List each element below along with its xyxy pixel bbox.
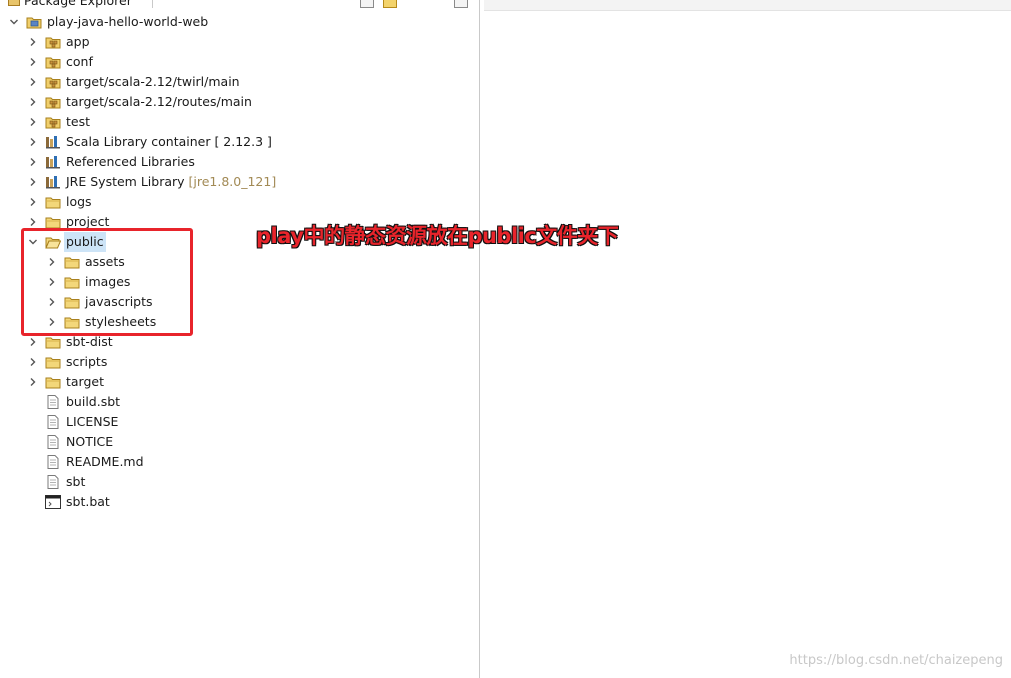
chevron-right-icon[interactable] [28, 377, 38, 387]
java-project-icon [26, 15, 42, 29]
chevron-right-icon[interactable] [28, 137, 38, 147]
tree-item-label: sbt.bat [66, 494, 110, 509]
folder-icon [45, 195, 61, 209]
tree-row-referenced-libraries[interactable]: Referenced Libraries [0, 152, 479, 172]
tree-row-test[interactable]: test [0, 112, 479, 132]
tree-row-app[interactable]: app [0, 32, 479, 52]
tree-row-project[interactable]: play-java-hello-world-web [0, 12, 479, 32]
package-explorer-icon [8, 0, 20, 6]
file-icon [45, 415, 61, 429]
editor-area [484, 0, 1011, 678]
tree-item-label: app [66, 34, 90, 49]
folder-icon [45, 335, 61, 349]
tree-item-label: sbt [66, 474, 86, 489]
tree-row-target-scala-2-12-routes-main[interactable]: target/scala-2.12/routes/main [0, 92, 479, 112]
chevron-right-icon[interactable] [28, 77, 38, 87]
file-icon [45, 475, 61, 489]
tree-item-label: JRE System Library [jre1.8.0_121] [66, 174, 277, 189]
chevron-down-icon[interactable] [9, 17, 19, 27]
chevron-right-icon[interactable] [28, 37, 38, 47]
project-name: play-java-hello-world-web [47, 14, 209, 29]
chevron-right-icon[interactable] [28, 217, 38, 227]
file-icon [45, 435, 61, 449]
tree-row-sbt-bat[interactable]: sbt.bat [0, 492, 479, 512]
source-folder-icon [45, 115, 61, 129]
library-version: [jre1.8.0_121] [184, 174, 277, 189]
tree-item-label: LICENSE [66, 414, 119, 429]
tree-item-label: scripts [66, 354, 108, 369]
tab-package-explorer-label: Package Explorer [24, 0, 132, 8]
tree-row-jre-system-library[interactable]: JRE System Library [jre1.8.0_121] [0, 172, 479, 192]
chevron-right-icon[interactable] [28, 117, 38, 127]
tab-package-explorer[interactable]: Package Explorer [0, 0, 153, 8]
folder-icon [45, 375, 61, 389]
tree-row-build-sbt[interactable]: build.sbt [0, 392, 479, 412]
folder-icon [45, 215, 61, 229]
tree-row-sbt[interactable]: sbt [0, 472, 479, 492]
chevron-right-icon[interactable] [28, 177, 38, 187]
package-explorer-header: Package Explorer [0, 0, 479, 8]
library-icon [45, 175, 61, 189]
chevron-right-icon[interactable] [28, 57, 38, 67]
batch-file-icon [45, 495, 61, 509]
tree-item-label: build.sbt [66, 394, 121, 409]
tree-item-label: target/scala-2.12/twirl/main [66, 74, 240, 89]
library-icon [45, 155, 61, 169]
tree-row-conf[interactable]: conf [0, 52, 479, 72]
tree-row-scripts[interactable]: scripts [0, 352, 479, 372]
chevron-right-icon[interactable] [28, 157, 38, 167]
tree-item-label: conf [66, 54, 93, 69]
source-folder-icon [45, 75, 61, 89]
tree-item-label: Scala Library container [ 2.12.3 ] [66, 134, 272, 149]
tree-item-label: README.md [66, 454, 144, 469]
source-folder-icon [45, 35, 61, 49]
link-with-editor-button[interactable] [383, 0, 397, 8]
chevron-right-icon[interactable] [28, 357, 38, 367]
tree-row-target[interactable]: target [0, 372, 479, 392]
tree-row-scala-library-container-2-12-3[interactable]: Scala Library container [ 2.12.3 ] [0, 132, 479, 152]
tree-item-label: logs [66, 194, 92, 209]
tree-item-label: Referenced Libraries [66, 154, 195, 169]
annotation-note: play中的静态资源放在public文件夹下 [256, 224, 619, 248]
tree-row-logs[interactable]: logs [0, 192, 479, 212]
chevron-right-icon[interactable] [28, 197, 38, 207]
tree-row-notice[interactable]: NOTICE [0, 432, 479, 452]
watermark: https://blog.csdn.net/chaizepeng [789, 653, 1003, 668]
tree-item-label: NOTICE [66, 434, 114, 449]
tree-row-target-scala-2-12-twirl-main[interactable]: target/scala-2.12/twirl/main [0, 72, 479, 92]
package-explorer-pane: Package Explorer play-java-hello-world-w… [0, 0, 480, 678]
chevron-right-icon[interactable] [28, 97, 38, 107]
public-folder-highlight [21, 228, 193, 336]
tree-item-label: target [66, 374, 105, 389]
tree-item-label: test [66, 114, 91, 129]
file-icon [45, 395, 61, 409]
chevron-right-icon[interactable] [28, 337, 38, 347]
tree-row-readme-md[interactable]: README.md [0, 452, 479, 472]
tree-item-label: target/scala-2.12/routes/main [66, 94, 252, 109]
source-folder-icon [45, 95, 61, 109]
collapse-all-button[interactable] [360, 0, 374, 8]
source-folder-icon [45, 55, 61, 69]
folder-icon [45, 355, 61, 369]
file-icon [45, 455, 61, 469]
editor-header [484, 0, 1011, 11]
tree-row-license[interactable]: LICENSE [0, 412, 479, 432]
library-icon [45, 135, 61, 149]
minimize-button[interactable] [454, 0, 468, 8]
